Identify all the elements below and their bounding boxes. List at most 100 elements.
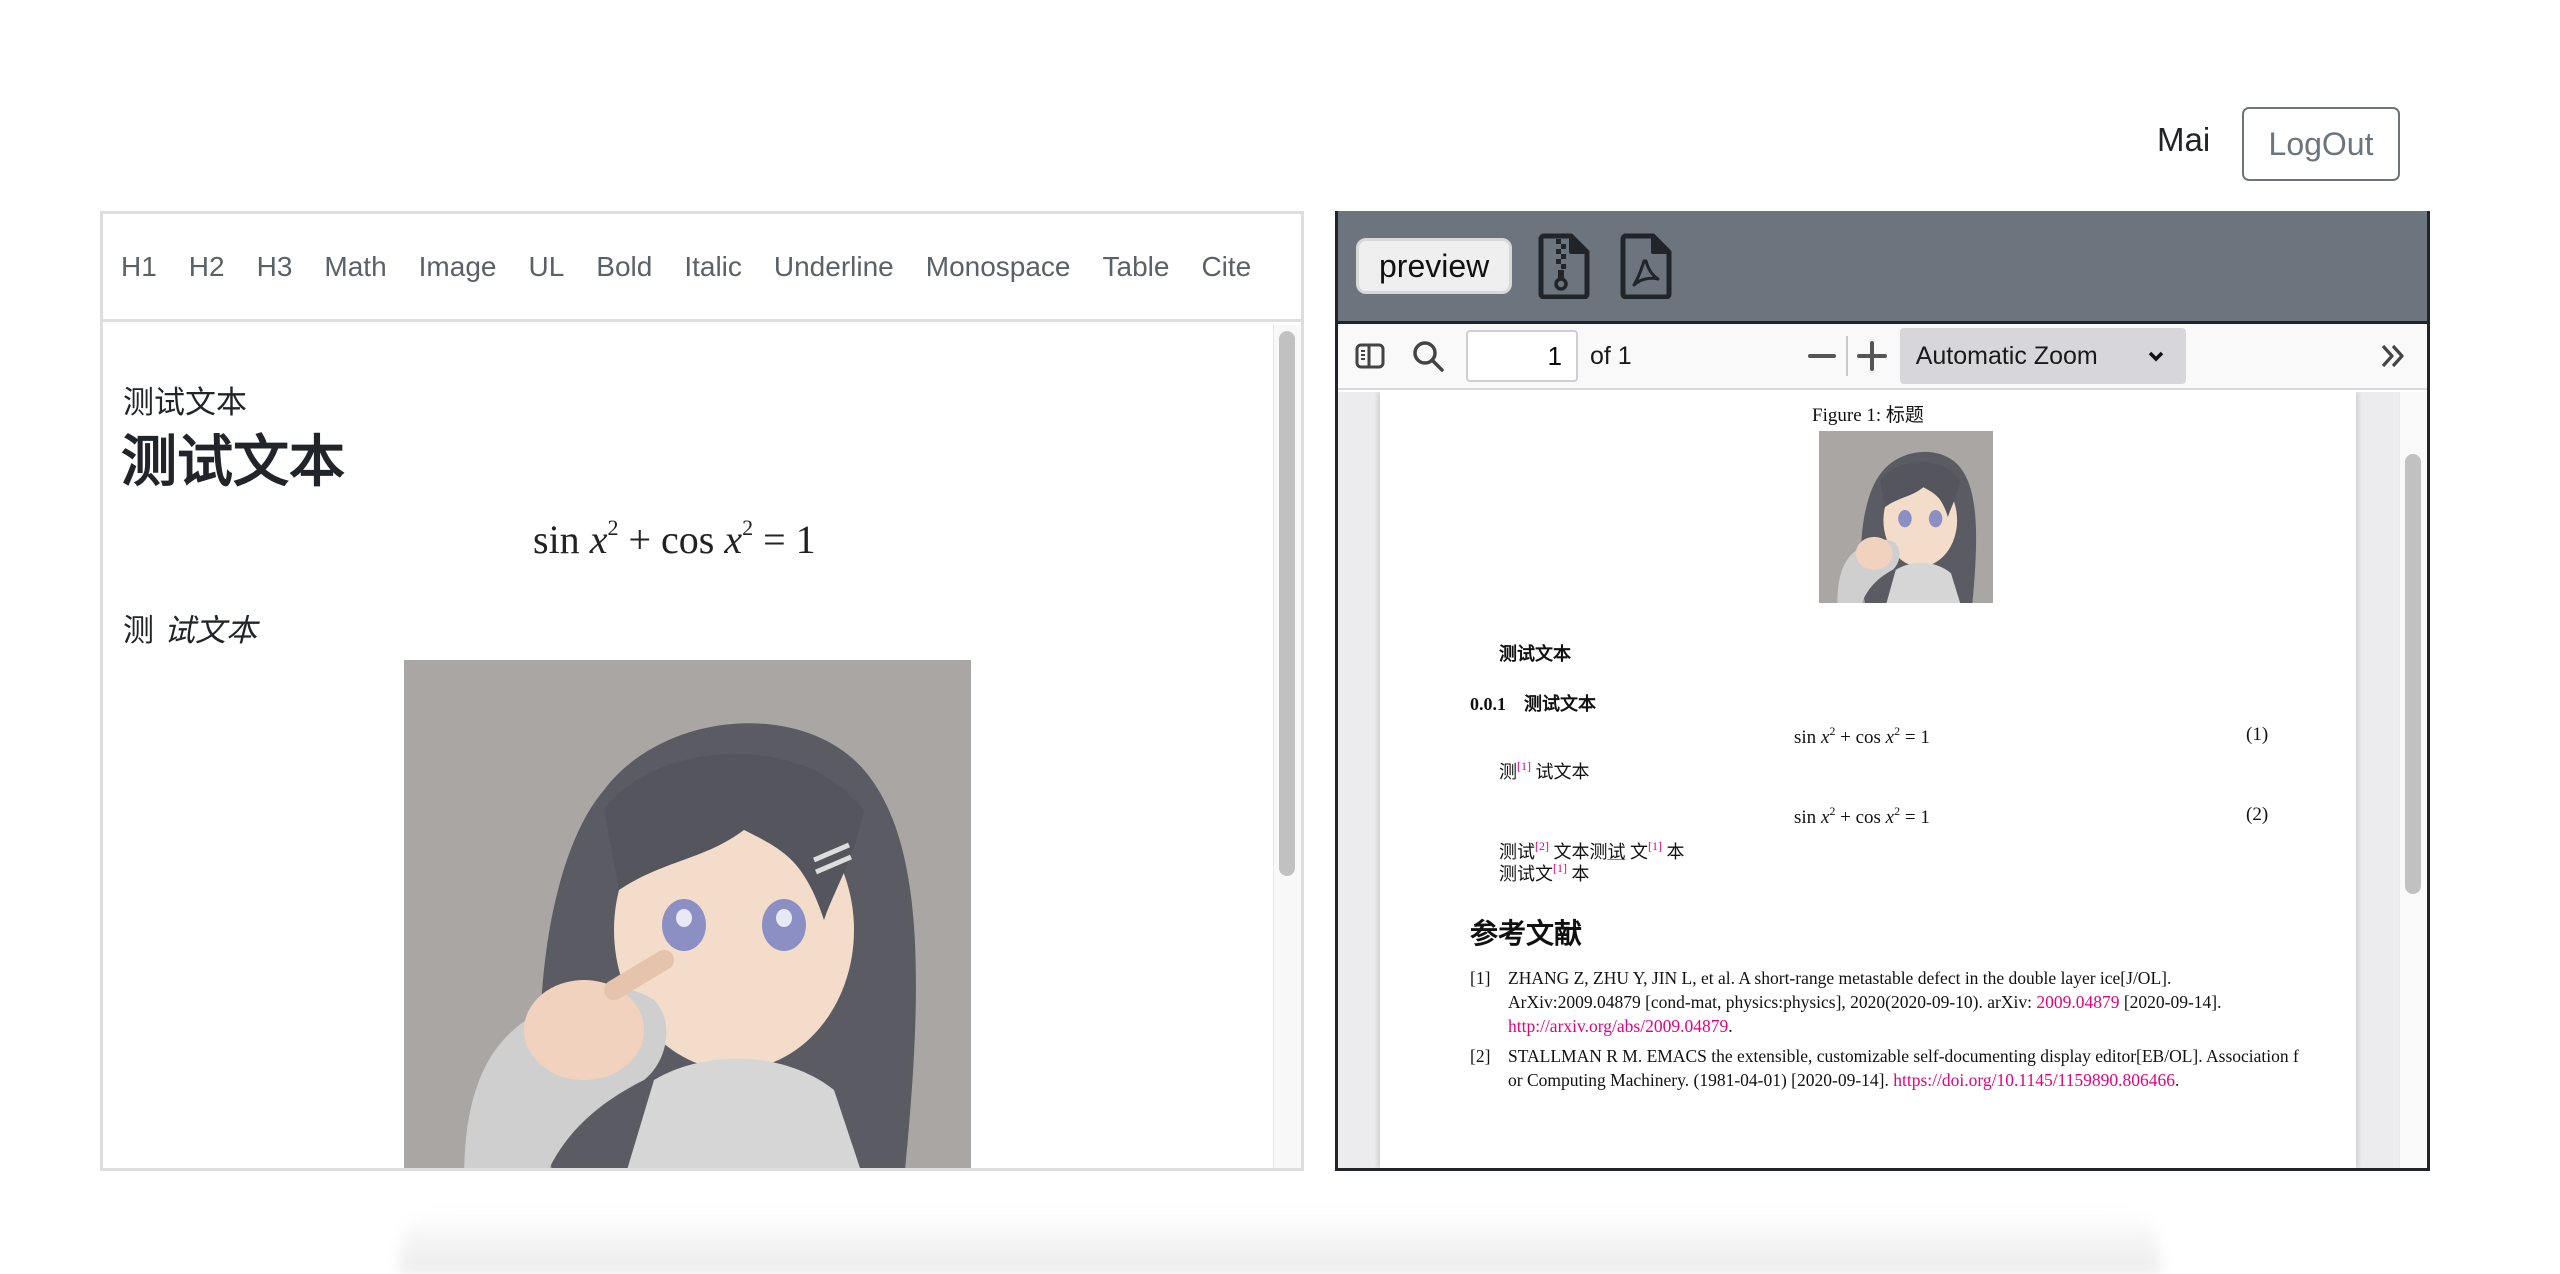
eq-rhs: 1	[1920, 807, 1930, 828]
section-number: 0.0.1	[1470, 694, 1506, 714]
pdf-equation-2: sin x2 + cos x2 = 1	[1794, 804, 1930, 829]
page-number-input[interactable]	[1466, 330, 1578, 382]
pdf-section-heading: 0.0.1 测试文本	[1470, 690, 1596, 716]
reference-text: .	[2175, 1070, 2180, 1090]
para-italic-text: 试文本	[164, 613, 257, 648]
citation-link[interactable]: [2]	[1535, 839, 1549, 853]
preview-button[interactable]: preview	[1356, 238, 1513, 294]
text: 测试	[1499, 842, 1535, 862]
citation-link[interactable]: [1]	[1517, 759, 1531, 773]
zoom-in-icon[interactable]	[1852, 336, 1892, 376]
reference-item: [2] STALLMAN R M. EMACS the extensible, …	[1470, 1044, 2300, 1092]
reference-number: [1]	[1470, 968, 1491, 988]
reference-body: STALLMAN R M. EMACS the extensible, cust…	[1508, 1044, 2300, 1092]
math-button[interactable]: Math	[324, 251, 386, 283]
math-var: x	[724, 517, 743, 562]
eq-cos: cos	[1855, 807, 1881, 828]
zoom-divider	[1845, 336, 1848, 376]
eq-plus: +	[1840, 727, 1851, 748]
editor-scrollbar-thumb[interactable]	[1279, 331, 1295, 876]
math-exp: 2	[742, 515, 754, 540]
editor-image	[404, 660, 971, 1168]
search-icon[interactable]	[1408, 336, 1448, 376]
editor-heading-large: 测试文本	[121, 430, 345, 493]
text: 测	[1499, 762, 1517, 782]
image-button[interactable]: Image	[419, 251, 497, 283]
figure-caption: Figure 1: 标题	[1812, 405, 1924, 426]
chevron-down-icon	[2148, 351, 2163, 362]
preview-panel: preview of 1	[1335, 211, 2430, 1171]
editor-math-equation: sin x2 + cos x2 = 1	[533, 515, 816, 563]
eq-rhs: 1	[1920, 727, 1930, 748]
math-exp: 2	[607, 515, 619, 540]
zip-file-icon[interactable]	[1538, 233, 1590, 299]
pdf-equation-1: sin x2 + cos x2 = 1	[1794, 724, 1930, 749]
user-name: Mai	[2157, 121, 2211, 158]
eq-cos: cos	[1855, 727, 1881, 748]
pdf-file-icon[interactable]	[1620, 233, 1672, 299]
eq-var: x	[1885, 727, 1895, 748]
pdf-page: Figure 1: 标题 测试文本 0.0.1 测试文本 sin x2 + co…	[1380, 392, 2356, 1168]
table-button[interactable]: Table	[1103, 251, 1170, 283]
logout-button[interactable]: LogOut	[2242, 107, 2400, 181]
pdf-viewer: of 1 Automatic Zoom Figure 1: 标题	[1338, 321, 2427, 1168]
anime-girl-illustration	[404, 660, 971, 1168]
para-text: 测	[123, 613, 154, 648]
reference-text: .	[1728, 1016, 1733, 1036]
text: 本	[1662, 842, 1685, 862]
eq-plus: +	[1840, 807, 1851, 828]
eq-sin: sin	[1794, 727, 1817, 748]
reference-body: ZHANG Z, ZHU Y, JIN L, et al. A short-ra…	[1508, 966, 2300, 1038]
pdf-cited-line: 测[1] 试文本	[1499, 758, 1590, 784]
italic-button[interactable]: Italic	[684, 251, 742, 283]
tools-menu-icon[interactable]	[2373, 336, 2413, 376]
editor-scrollbar[interactable]	[1273, 325, 1301, 1168]
underline-button[interactable]: Underline	[774, 251, 894, 283]
bold-button[interactable]: Bold	[596, 251, 652, 283]
h2-button[interactable]: H2	[189, 251, 225, 283]
pdf-cited-line: 测试文[1] 本	[1499, 860, 1590, 886]
equation-number-2: (2)	[2246, 804, 2269, 825]
eq-equals: =	[1904, 807, 1916, 828]
pdf-figure-image	[1819, 431, 1993, 603]
page-count-label: of 1	[1590, 341, 1632, 370]
citation-link[interactable]: [1]	[1553, 861, 1567, 875]
eq-exp: 2	[1894, 724, 1901, 738]
text: 文	[1625, 842, 1648, 862]
editor-paragraph: 测试文本	[123, 605, 257, 650]
eq-var: x	[1885, 807, 1895, 828]
math-plus: +	[628, 517, 652, 562]
math-sin: sin	[533, 517, 580, 562]
eq-exp: 2	[1829, 804, 1836, 818]
pdf-scrollbar[interactable]	[2399, 392, 2427, 1168]
zoom-select[interactable]: Automatic Zoom	[1899, 328, 2186, 384]
text: 试文本	[1531, 762, 1590, 782]
cite-button[interactable]: Cite	[1201, 251, 1251, 283]
zoom-out-icon[interactable]	[1802, 336, 1842, 376]
monospace-button[interactable]: Monospace	[926, 251, 1071, 283]
preview-actions-bar: preview	[1338, 211, 2427, 321]
eq-sin: sin	[1794, 807, 1817, 828]
reference-text: [2020-09-14].	[2119, 992, 2222, 1012]
references-heading: 参考文献	[1470, 919, 1583, 950]
h3-button[interactable]: H3	[257, 251, 293, 283]
bottom-shadow	[400, 1210, 2160, 1274]
sidebar-toggle-icon[interactable]	[1350, 336, 1390, 376]
section-title: 测试文本	[1524, 694, 1596, 714]
editor-content[interactable]: 测试文本 测试文本 sin x2 + cos x2 = 1 测试文本	[103, 325, 1273, 1168]
reference-link[interactable]: 2009.04879	[2036, 992, 2119, 1012]
equation-number-1: (1)	[2246, 724, 2269, 745]
editor-toolbar: H1 H2 H3 Math Image UL Bold Italic Under…	[103, 214, 1301, 322]
reference-link[interactable]: http://arxiv.org/abs/2009.04879	[1508, 1016, 1728, 1036]
reference-link[interactable]: https://doi.org/10.1145/1159890.806466	[1893, 1070, 2175, 1090]
ul-button[interactable]: UL	[528, 251, 564, 283]
underlined-text: 试	[1607, 842, 1626, 862]
text: 测试文	[1499, 864, 1553, 884]
math-equals: =	[763, 517, 786, 562]
pdf-document-area[interactable]: Figure 1: 标题 测试文本 0.0.1 测试文本 sin x2 + co…	[1338, 392, 2427, 1168]
pdf-scrollbar-thumb[interactable]	[2405, 454, 2421, 894]
editor-panel: H1 H2 H3 Math Image UL Bold Italic Under…	[100, 211, 1304, 1171]
citation-link[interactable]: [1]	[1648, 839, 1662, 853]
h1-button[interactable]: H1	[121, 251, 157, 283]
editor-heading-small: 测试文本	[123, 385, 247, 420]
